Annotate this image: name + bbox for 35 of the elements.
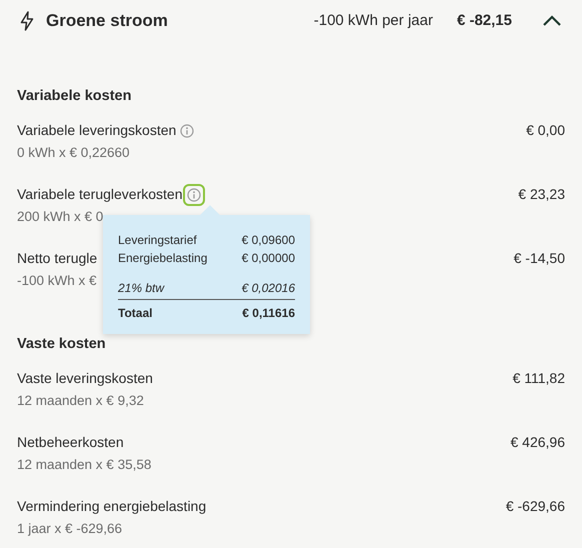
tooltip-label: Leveringstarief bbox=[118, 232, 197, 249]
tooltip-value: € 0,11616 bbox=[242, 305, 295, 322]
info-icon[interactable] bbox=[184, 186, 203, 204]
tooltip-label: Totaal bbox=[118, 305, 152, 322]
section-title: Groene stroom bbox=[46, 10, 169, 32]
tooltip-label: Energiebelasting bbox=[118, 250, 208, 267]
cost-detail: 1 jaar x € -629,66 bbox=[17, 520, 124, 538]
usage-text: -100 kWh per jaar bbox=[314, 10, 433, 31]
cost-amount: € -14,50 bbox=[514, 248, 565, 268]
cost-label: Netto terugle bbox=[17, 250, 98, 266]
tooltip-value: € 0,02016 bbox=[242, 280, 295, 297]
cost-detail: 12 maanden x € 9,32 bbox=[17, 392, 145, 410]
cost-amount: € 426,96 bbox=[510, 432, 565, 452]
total-amount: € -82,15 bbox=[456, 10, 512, 31]
cost-detail: 0 kWh x € 0,22660 bbox=[17, 144, 131, 162]
tooltip-value: € 0,00000 bbox=[242, 250, 295, 267]
cost-label: Vermindering energiebelasting bbox=[17, 498, 206, 514]
collapse-button[interactable] bbox=[542, 15, 562, 27]
cost-amount: € 111,82 bbox=[512, 368, 565, 388]
lightning-icon bbox=[20, 11, 34, 31]
cost-amount: € -629,66 bbox=[506, 496, 565, 516]
cost-detail: -100 kWh x € bbox=[17, 272, 98, 290]
cost-label: Variabele leveringskosten bbox=[17, 122, 176, 138]
cost-label: Netbeheerkosten bbox=[17, 434, 124, 450]
info-icon[interactable] bbox=[178, 122, 196, 140]
tooltip-label: 21% btw bbox=[118, 280, 164, 297]
cost-amount: € 23,23 bbox=[518, 184, 565, 204]
cost-amount: € 0,00 bbox=[526, 120, 565, 140]
cost-detail: 200 kWh x € 0 bbox=[17, 208, 104, 226]
section-heading: Variabele kosten bbox=[17, 87, 132, 106]
cost-label: Vaste leveringskosten bbox=[17, 370, 153, 386]
section-heading: Vaste kosten bbox=[17, 334, 107, 354]
cost-label: Variabele terugleverkosten bbox=[17, 186, 183, 202]
cost-detail: 12 maanden x € 35,58 bbox=[17, 456, 152, 474]
tooltip-value: € 0,09600 bbox=[242, 232, 295, 249]
